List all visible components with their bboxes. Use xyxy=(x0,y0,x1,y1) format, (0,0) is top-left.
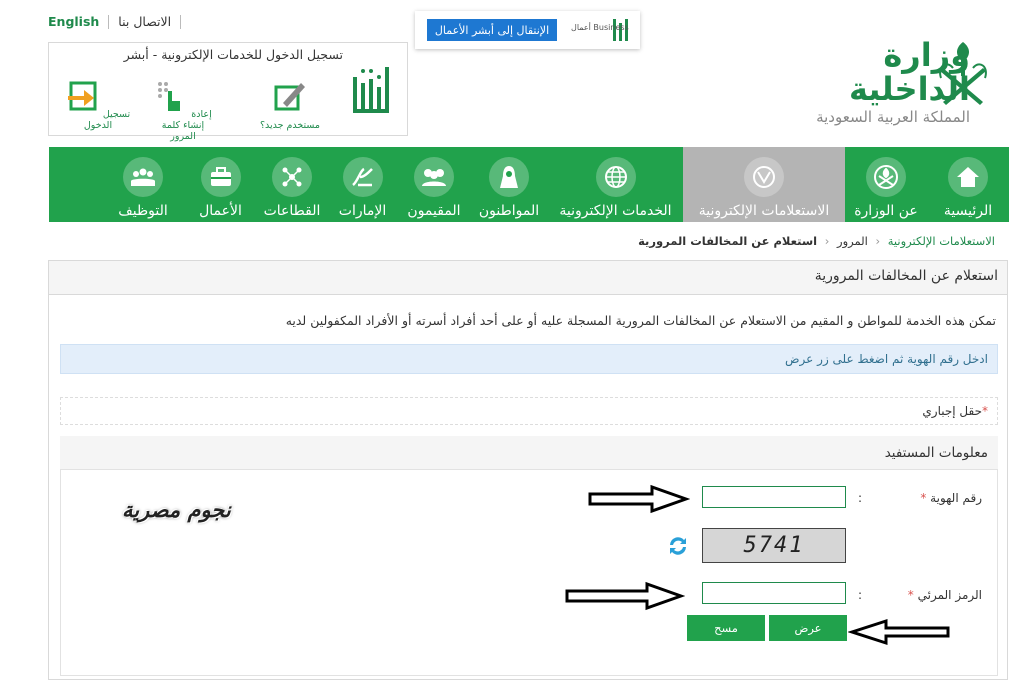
home-icon xyxy=(948,157,988,197)
refresh-icon[interactable] xyxy=(666,534,690,558)
nav-item-home[interactable]: الرئيسية xyxy=(927,147,1009,222)
login-icon xyxy=(67,81,97,111)
saudi-emblem-icon xyxy=(939,42,987,105)
absher-business-logo-text: أعمال Business xyxy=(571,23,629,32)
nav-item-label: الإمارات xyxy=(338,203,387,219)
nav-item-about[interactable]: عن الوزارة xyxy=(845,147,927,222)
captcha-image: 5741 xyxy=(702,528,846,563)
required-note: *حقل إجباري xyxy=(922,404,988,418)
beneficiary-header xyxy=(60,436,998,470)
chevron-left-icon: ‹ xyxy=(824,234,830,248)
watermark-text: نجوم مصرية xyxy=(122,498,231,522)
ministry-country: المملكة العربية السعودية xyxy=(816,108,970,126)
briefcase-icon xyxy=(200,157,241,197)
arrow-right-icon xyxy=(588,484,690,514)
captcha-label: الرمز المرئي * xyxy=(908,588,982,602)
nav-item-residents[interactable]: المقيمون xyxy=(398,147,470,222)
id-number-input[interactable] xyxy=(702,486,846,508)
nav-item-emirates[interactable]: الإمارات xyxy=(327,147,398,222)
nav-item-label: الأعمال xyxy=(199,203,242,219)
absher-login-box: تسجيل الدخول للخدمات الإلكترونية - أبشر … xyxy=(48,42,408,142)
breadcrumb-e-inquiries[interactable]: الاستعلامات الإلكترونية xyxy=(888,234,995,248)
info-alert-text: ادخل رقم الهوية ثم اضغط على زر عرض xyxy=(785,352,988,366)
new-user-button[interactable]: مستخدم جديد؟ xyxy=(255,79,325,131)
reset-password-label: إعادة إنشاء كلمة المرور xyxy=(161,109,212,142)
required-note-text: حقل إجباري xyxy=(922,404,982,418)
required-asterisk: * xyxy=(920,491,927,505)
nav-item-label: الرئيسية xyxy=(943,203,993,219)
id-number-label-text: رقم الهوية xyxy=(930,491,982,505)
arrow-left-icon xyxy=(848,618,950,646)
sectors-icon xyxy=(272,157,312,197)
new-user-label: مستخدم جديد؟ xyxy=(260,120,320,131)
required-asterisk: * xyxy=(982,404,988,418)
breadcrumb-traffic[interactable]: المرور xyxy=(837,234,868,248)
required-asterisk: * xyxy=(907,588,914,602)
nav-item-business[interactable]: الأعمال xyxy=(184,147,257,222)
main-nav: الرئيسية عن الوزارة الاستعلامات الإلكترو… xyxy=(49,147,1009,222)
citizen-icon xyxy=(489,157,529,197)
captcha-label-text: الرمز المرئي xyxy=(917,588,982,602)
panel-title: استعلام عن المخالفات المرورية xyxy=(814,268,998,284)
english-link[interactable]: English xyxy=(48,14,99,29)
login-button[interactable]: تسجيل الدخول xyxy=(63,79,133,131)
employment-icon xyxy=(123,157,163,197)
nav-item-label: التوظيف xyxy=(118,203,168,219)
captcha-input[interactable] xyxy=(702,582,846,604)
residents-icon xyxy=(414,157,454,197)
breadcrumb: الاستعلامات الإلكترونية ‹ المرور ‹ استعل… xyxy=(638,234,995,248)
globe-icon xyxy=(595,157,636,197)
required-note-box xyxy=(60,397,998,425)
go-to-absher-business-button[interactable]: الإنتقال إلى أبشر الأعمال xyxy=(427,19,557,41)
service-description: تمكن هذه الخدمة للمواطن و المقيم من الاس… xyxy=(285,313,996,328)
id-number-label: رقم الهوية * xyxy=(920,491,982,505)
nav-item-sectors[interactable]: القطاعات xyxy=(257,147,327,222)
nav-item-label: القطاعات xyxy=(263,203,321,219)
absher-business-logo: أعمال Business xyxy=(569,17,629,45)
nav-item-label: الاستعلامات الإلكترونية xyxy=(698,203,830,219)
nav-item-e-services[interactable]: الخدمات الإلكترونية xyxy=(548,147,683,222)
clear-button[interactable]: مسح xyxy=(687,615,765,641)
nav-item-label: الخدمات الإلكترونية xyxy=(559,203,672,219)
arrow-right-icon xyxy=(565,581,685,611)
login-box-title: تسجيل الدخول للخدمات الإلكترونية - أبشر xyxy=(123,47,343,62)
reset-password-button[interactable]: إعادة إنشاء كلمة المرور xyxy=(148,79,218,142)
captcha-text: 5741 xyxy=(743,533,805,558)
nav-item-label: المقيمون xyxy=(407,203,461,219)
nav-item-label: عن الوزارة xyxy=(854,203,918,219)
nav-item-label: المواطنون xyxy=(478,203,540,219)
captcha-colon: : xyxy=(858,588,863,602)
emirates-icon xyxy=(342,157,383,197)
divider xyxy=(108,14,110,29)
keypad-hand-icon xyxy=(158,82,181,111)
show-button[interactable]: عرض xyxy=(769,615,847,641)
absher-business-banner: الإنتقال إلى أبشر الأعمال أعمال Business xyxy=(415,11,640,49)
id-colon: : xyxy=(858,491,863,505)
top-links: English الاتصال بنا xyxy=(48,14,190,29)
beneficiary-title: معلومات المستفيد xyxy=(884,445,988,461)
new-user-icon xyxy=(274,83,305,111)
chevron-left-icon: ‹ xyxy=(875,234,881,248)
emblem-icon xyxy=(866,157,906,197)
divider xyxy=(180,14,182,29)
nav-item-e-inquiries[interactable]: الاستعلامات الإلكترونية xyxy=(683,147,845,222)
inquiry-icon xyxy=(744,157,784,197)
breadcrumb-current: استعلام عن المخالفات المرورية xyxy=(638,234,818,248)
contact-link[interactable]: الاتصال بنا xyxy=(118,14,171,29)
nav-item-employment[interactable]: التوظيف xyxy=(102,147,184,222)
nav-item-citizens[interactable]: المواطنون xyxy=(470,147,548,222)
absher-logo xyxy=(353,67,389,113)
